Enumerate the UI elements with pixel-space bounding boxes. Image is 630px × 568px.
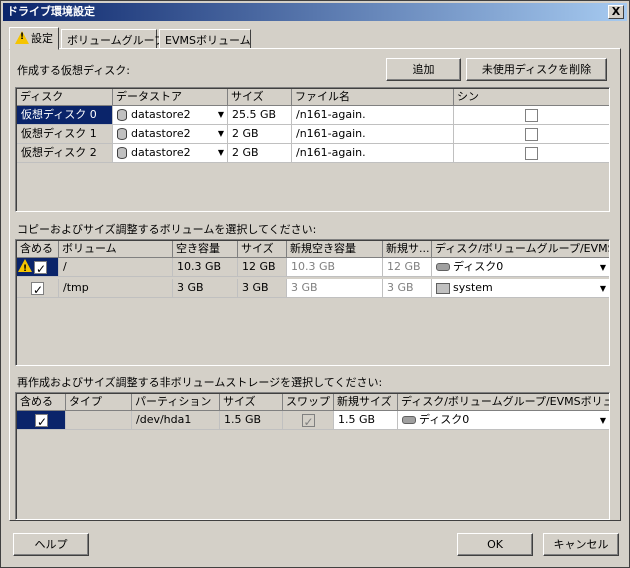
nonvolume-label: 再作成およびサイズ調整する非ボリュームストレージを選択してください:	[17, 376, 383, 389]
table-row-disk[interactable]: 仮想ディスク 0	[17, 106, 113, 125]
column-header[interactable]: ディスク/ボリュームグループ/EVMSボリューム	[398, 394, 609, 411]
window-title: ドライブ環境設定	[7, 5, 95, 18]
include-cell[interactable]	[17, 411, 66, 430]
new-free-space-cell[interactable]: 3 GB	[287, 279, 383, 298]
column-header[interactable]: サイズ	[220, 394, 283, 411]
column-header[interactable]: タイプ	[66, 394, 132, 411]
new-size-cell[interactable]: 1.5 GB	[334, 411, 398, 430]
column-header[interactable]: ディスク/ボリュームグループ/EVMS...	[432, 241, 609, 258]
chevron-down-icon[interactable]: ▼	[218, 144, 224, 162]
column-header[interactable]: ディスク	[17, 89, 113, 106]
include-cell[interactable]	[17, 258, 59, 277]
size-cell: 3 GB	[238, 279, 287, 298]
virtual-disk-table: ディスク データストア サイズ ファイル名 シン 仮想ディスク 0 datast…	[15, 87, 610, 212]
tab-settings[interactable]: 設定	[9, 27, 59, 50]
warning-icon	[15, 31, 29, 44]
close-button[interactable]: X	[608, 5, 624, 19]
column-header[interactable]: サイズ	[228, 89, 292, 106]
virtual-disk-label: 作成する仮想ディスク:	[17, 64, 130, 77]
column-header[interactable]: スワップ	[283, 394, 334, 411]
column-header[interactable]: 含める	[17, 241, 59, 258]
free-space-cell: 10.3 GB	[173, 258, 238, 277]
swap-checkbox	[301, 413, 315, 429]
chevron-down-icon[interactable]: ▼	[600, 280, 606, 297]
thin-checkbox[interactable]	[525, 146, 538, 160]
datastore-icon	[117, 128, 127, 140]
datastore-icon	[117, 147, 127, 159]
ok-button[interactable]: OK	[457, 533, 533, 556]
disk-icon	[436, 263, 450, 271]
size-cell: 12 GB	[238, 258, 287, 277]
volume-cell[interactable]: /tmp	[59, 279, 173, 298]
column-header[interactable]: 含める	[17, 394, 66, 411]
size-cell: 1.5 GB	[220, 411, 283, 430]
help-button[interactable]: ヘルプ	[13, 533, 89, 556]
volume-group-icon	[436, 282, 450, 294]
new-size-cell[interactable]: 12 GB	[383, 258, 432, 277]
datastore-select[interactable]: datastore2 ▼	[113, 106, 228, 125]
column-header[interactable]: シン	[454, 89, 609, 106]
size-cell[interactable]: 2 GB	[228, 144, 292, 163]
title-bar: ドライブ環境設定 X	[3, 3, 627, 21]
column-header[interactable]: ボリューム	[59, 241, 173, 258]
type-cell	[66, 411, 132, 430]
column-header[interactable]: サイズ	[238, 241, 287, 258]
include-checkbox[interactable]	[34, 260, 47, 276]
volume-table: 含める ボリューム 空き容量 サイズ 新規空き容量 新規サ... ディスク/ボリ…	[15, 239, 610, 366]
volume-cell[interactable]: /	[59, 258, 173, 277]
datastore-select[interactable]: datastore2 ▼	[113, 144, 228, 163]
thin-checkbox[interactable]	[525, 127, 538, 141]
include-checkbox[interactable]	[31, 281, 44, 297]
datastore-icon	[117, 109, 127, 121]
filename-cell[interactable]: /n161-again.	[292, 125, 454, 144]
thin-checkbox[interactable]	[525, 108, 538, 122]
column-header[interactable]: 新規サイズ	[334, 394, 398, 411]
volume-label: コピーおよびサイズ調整するボリュームを選択してください:	[17, 223, 317, 236]
warning-icon	[18, 259, 32, 276]
size-cell[interactable]: 2 GB	[228, 125, 292, 144]
chevron-down-icon[interactable]: ▼	[600, 259, 606, 276]
target-select[interactable]: ディスク0 ▼	[432, 258, 609, 277]
free-space-cell: 3 GB	[173, 279, 238, 298]
table-row-disk[interactable]: 仮想ディスク 1	[17, 125, 113, 144]
datastore-select[interactable]: datastore2 ▼	[113, 125, 228, 144]
column-header[interactable]: 空き容量	[173, 241, 238, 258]
new-free-space-cell[interactable]: 10.3 GB	[287, 258, 383, 277]
drive-config-dialog: ドライブ環境設定 X 設定 ボリュームグループ EVMSボリューム 作成する仮想…	[0, 0, 630, 568]
partition-cell: /dev/hda1	[132, 411, 220, 430]
table-row-disk[interactable]: 仮想ディスク 2	[17, 144, 113, 163]
filename-cell[interactable]: /n161-again.	[292, 144, 454, 163]
new-size-cell[interactable]: 3 GB	[383, 279, 432, 298]
column-header[interactable]: 新規空き容量	[287, 241, 383, 258]
swap-cell	[283, 411, 334, 430]
settings-panel: 作成する仮想ディスク: 追加 未使用ディスクを削除 ディスク データストア サイ…	[9, 48, 621, 521]
delete-unused-disk-button[interactable]: 未使用ディスクを削除	[466, 58, 607, 81]
chevron-down-icon[interactable]: ▼	[218, 125, 224, 143]
chevron-down-icon[interactable]: ▼	[600, 412, 606, 429]
filename-cell[interactable]: /n161-again.	[292, 106, 454, 125]
chevron-down-icon[interactable]: ▼	[218, 106, 224, 124]
cancel-button[interactable]: キャンセル	[543, 533, 619, 556]
target-select[interactable]: ディスク0 ▼	[398, 411, 609, 430]
disk-icon	[402, 416, 416, 424]
column-header[interactable]: ファイル名	[292, 89, 454, 106]
thin-checkbox-cell[interactable]	[454, 144, 609, 163]
column-header[interactable]: データストア	[113, 89, 228, 106]
size-cell[interactable]: 25.5 GB	[228, 106, 292, 125]
thin-checkbox-cell[interactable]	[454, 125, 609, 144]
add-button[interactable]: 追加	[386, 58, 461, 81]
include-checkbox[interactable]	[35, 413, 48, 429]
nonvolume-table: 含める タイプ パーティション サイズ スワップ 新規サイズ ディスク/ボリュー…	[15, 392, 610, 520]
tab-volume-group[interactable]: ボリュームグループ	[61, 29, 165, 49]
tab-evms-volume[interactable]: EVMSボリューム	[159, 29, 251, 49]
thin-checkbox-cell[interactable]	[454, 106, 609, 125]
target-select[interactable]: system ▼	[432, 279, 609, 298]
column-header[interactable]: 新規サ...	[383, 241, 432, 258]
column-header[interactable]: パーティション	[132, 394, 220, 411]
include-cell[interactable]	[17, 279, 59, 298]
